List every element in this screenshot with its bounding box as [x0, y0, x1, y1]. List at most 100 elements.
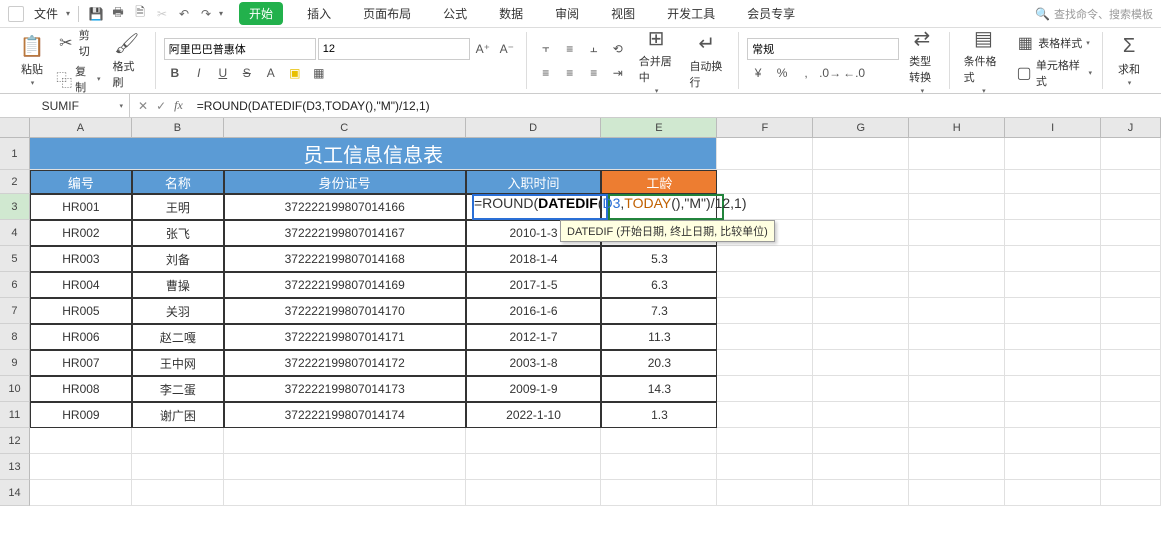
cell-idcard[interactable]: 372222199807014166 — [224, 194, 466, 220]
header-idcard[interactable]: 身份证号 — [224, 170, 466, 194]
cell[interactable] — [909, 480, 1005, 506]
cell[interactable] — [1101, 376, 1161, 402]
cell[interactable] — [1005, 138, 1101, 170]
row-header-13[interactable]: 13 — [0, 454, 30, 480]
row-header-12[interactable]: 12 — [0, 428, 30, 454]
row-header-3[interactable]: 3 — [0, 194, 30, 220]
cell[interactable] — [30, 454, 132, 480]
number-format-select[interactable] — [747, 38, 899, 60]
cell[interactable] — [1005, 402, 1101, 428]
col-header-A[interactable]: A — [30, 118, 132, 138]
tab-layout[interactable]: 页面布局 — [355, 1, 419, 26]
cell[interactable] — [717, 480, 813, 506]
tab-view[interactable]: 视图 — [603, 1, 643, 26]
align-top-icon[interactable]: ⫟ — [535, 38, 557, 60]
table-style-button[interactable]: ▦ 表格样式 ▾ — [1013, 32, 1094, 54]
row-header-10[interactable]: 10 — [0, 376, 30, 402]
cell[interactable] — [1005, 298, 1101, 324]
cell-name[interactable]: 谢广困 — [132, 402, 224, 428]
shrink-font-icon[interactable]: A⁻ — [496, 38, 518, 60]
formula-input[interactable]: =ROUND(DATEDIF(D3,TODAY(),"M")/12,1) — [191, 99, 1161, 113]
font-color-button[interactable]: A — [260, 62, 282, 84]
cell[interactable] — [909, 298, 1005, 324]
cell[interactable] — [909, 428, 1005, 454]
search-box[interactable]: 🔍 查找命令、搜索模板 — [1035, 6, 1153, 22]
font-size-select[interactable] — [318, 38, 470, 60]
tab-data[interactable]: 数据 — [491, 1, 531, 26]
cell[interactable] — [1005, 220, 1101, 246]
cell[interactable] — [30, 428, 132, 454]
cell-tenure[interactable]: 7.3 — [601, 298, 717, 324]
cell-id[interactable]: HR007 — [30, 350, 132, 376]
currency-icon[interactable]: ¥ — [747, 62, 769, 84]
inc-decimal-icon[interactable]: .0→ — [819, 62, 841, 84]
cell-date[interactable]: 2018-1-4 — [466, 246, 602, 272]
cell-name[interactable]: 李二蛋 — [132, 376, 224, 402]
copy-button[interactable]: ⿻ 复制 ▾ — [54, 62, 102, 96]
italic-button[interactable]: I — [188, 62, 210, 84]
cell[interactable] — [717, 246, 813, 272]
cell[interactable] — [909, 220, 1005, 246]
print-icon[interactable]: 🖶 — [109, 5, 127, 23]
cell[interactable] — [813, 402, 909, 428]
cell[interactable] — [466, 454, 602, 480]
cell[interactable] — [909, 246, 1005, 272]
cell[interactable] — [1101, 246, 1161, 272]
cell[interactable] — [601, 428, 717, 454]
cell[interactable] — [813, 324, 909, 350]
cell[interactable] — [909, 170, 1005, 194]
cell[interactable] — [1005, 272, 1101, 298]
cell[interactable] — [909, 376, 1005, 402]
print-preview-icon[interactable]: 🗎 — [131, 5, 149, 23]
cell[interactable] — [813, 298, 909, 324]
tab-formula[interactable]: 公式 — [435, 1, 475, 26]
cell-tenure[interactable]: 5.3 — [601, 246, 717, 272]
cell-idcard[interactable]: 372222199807014169 — [224, 272, 466, 298]
redo-icon[interactable]: ↷ — [197, 5, 215, 23]
cell[interactable] — [1005, 376, 1101, 402]
cell-idcard[interactable]: 372222199807014168 — [224, 246, 466, 272]
row-header-6[interactable]: 6 — [0, 272, 30, 298]
tab-start[interactable]: 开始 — [239, 2, 283, 25]
cell-tenure[interactable]: 20.3 — [601, 350, 717, 376]
col-header-E[interactable]: E — [601, 118, 717, 138]
cell[interactable] — [224, 480, 466, 506]
header-tenure[interactable]: 工龄 — [601, 170, 717, 194]
cell[interactable] — [813, 138, 909, 170]
header-id[interactable]: 编号 — [30, 170, 132, 194]
cell[interactable] — [1005, 324, 1101, 350]
cell[interactable] — [1101, 428, 1161, 454]
row-header-14[interactable]: 14 — [0, 480, 30, 506]
cell[interactable] — [466, 480, 602, 506]
cell-id[interactable]: HR003 — [30, 246, 132, 272]
cell-id[interactable]: HR009 — [30, 402, 132, 428]
tab-member[interactable]: 会员专享 — [739, 1, 803, 26]
conditional-format-button[interactable]: ▤ 条件格式 ▾ — [958, 25, 1010, 97]
cell[interactable] — [601, 454, 717, 480]
cell[interactable] — [909, 402, 1005, 428]
cell[interactable] — [1101, 220, 1161, 246]
cell[interactable] — [132, 428, 224, 454]
cell[interactable] — [717, 350, 813, 376]
cell[interactable] — [909, 454, 1005, 480]
percent-icon[interactable]: % — [771, 62, 793, 84]
cell[interactable] — [1005, 350, 1101, 376]
col-header-B[interactable]: B — [132, 118, 224, 138]
cell[interactable] — [717, 454, 813, 480]
cell-name[interactable]: 曹操 — [132, 272, 224, 298]
cell-date[interactable]: 2009-1-9 — [466, 376, 602, 402]
align-bottom-icon[interactable]: ⫠ — [583, 38, 605, 60]
cell-id[interactable]: HR006 — [30, 324, 132, 350]
cell-tenure[interactable]: 6.3 — [601, 272, 717, 298]
cell-date[interactable]: 2012-1-7 — [466, 324, 602, 350]
cell[interactable] — [813, 170, 909, 194]
cell-name[interactable]: 赵二嘎 — [132, 324, 224, 350]
cell[interactable] — [1101, 454, 1161, 480]
cell-date[interactable]: 2017-1-5 — [466, 272, 602, 298]
orientation-icon[interactable]: ⟲ — [607, 38, 629, 60]
cell-idcard[interactable]: 372222199807014170 — [224, 298, 466, 324]
cell-idcard[interactable]: 372222199807014171 — [224, 324, 466, 350]
type-convert-button[interactable]: ⇄ 类型转换 ▾ — [903, 25, 940, 97]
cell[interactable] — [717, 402, 813, 428]
cell[interactable] — [1005, 246, 1101, 272]
